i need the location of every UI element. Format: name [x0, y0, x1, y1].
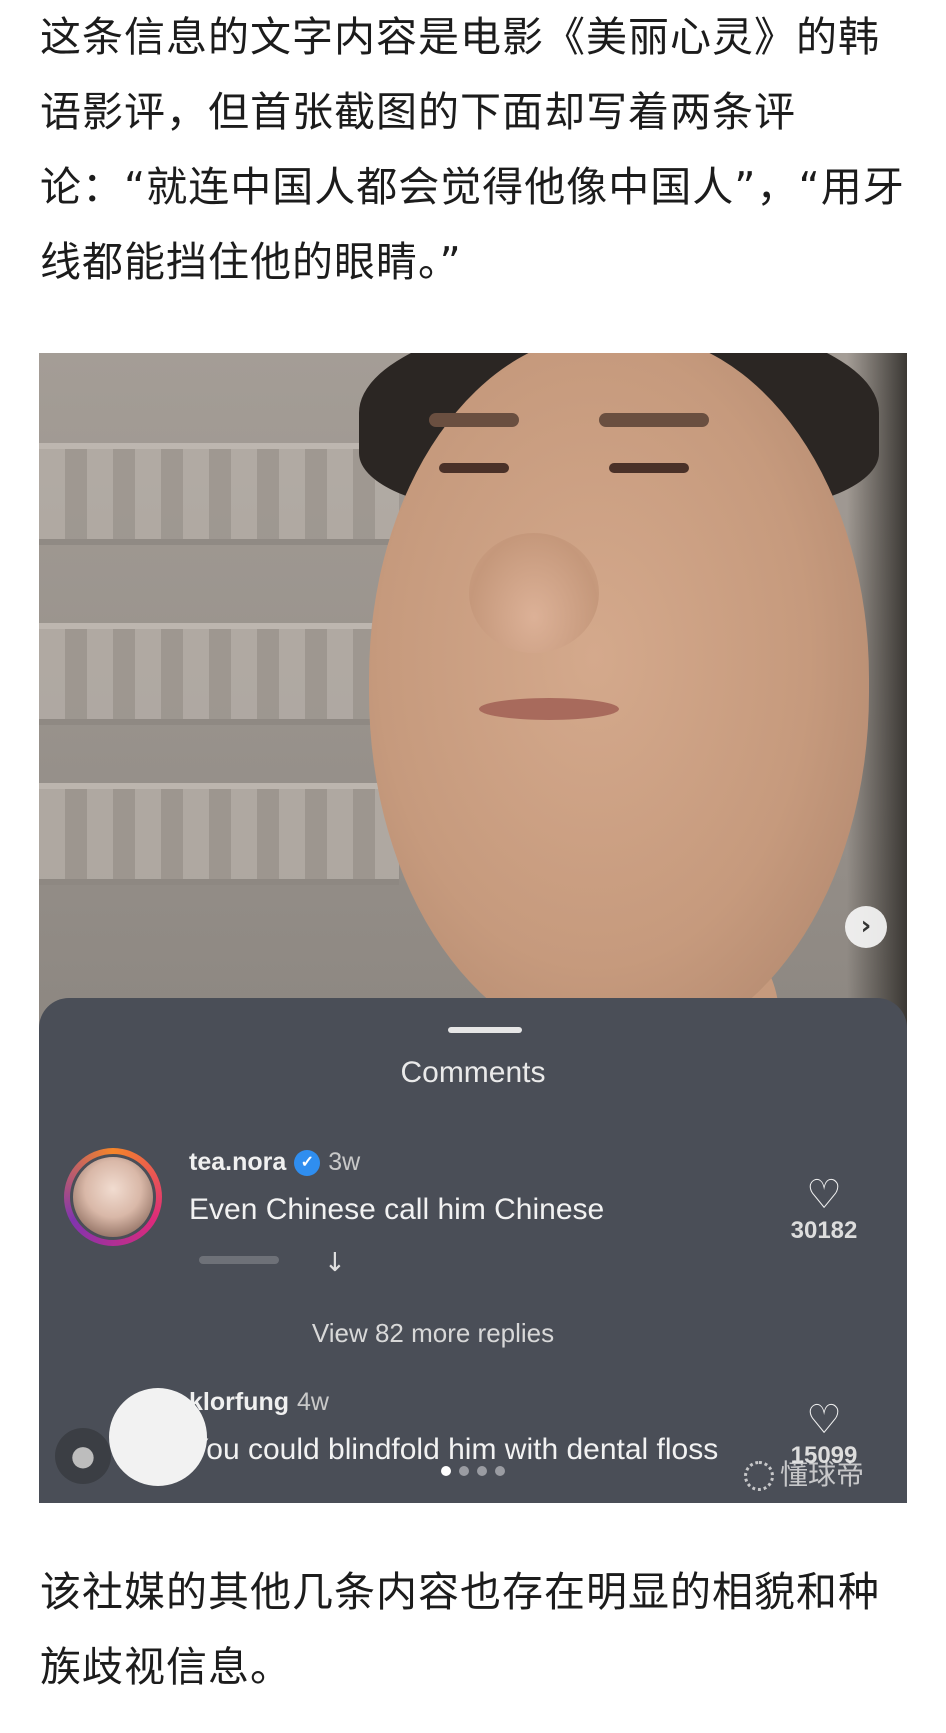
person-right-brow: [599, 413, 709, 427]
embedded-screenshot-image[interactable]: › Comments tea.nora ✓ 3w Even Chinese call…: [39, 353, 907, 1503]
carousel-dot[interactable]: [441, 1466, 451, 1476]
like-count: 30182: [790, 1217, 858, 1244]
verified-badge-icon: ✓: [294, 1150, 321, 1177]
article-paragraph-top: 这条信息的文字内容是电影《美丽心灵》的韩语影评，但首张截图的下面却写着两条评论：…: [40, 13, 905, 286]
watermark-text: 懂球帝: [780, 1458, 865, 1491]
comment-age: 3w: [328, 1148, 361, 1176]
arrow-down-icon[interactable]: ↓: [324, 1248, 346, 1278]
comment-username-row: klorfung 4w: [189, 1388, 329, 1417]
person-left-eye: [439, 463, 509, 473]
comment-age: 4w: [297, 1388, 329, 1416]
person-right-eye: [609, 463, 689, 473]
chevron-right-icon[interactable]: ›: [845, 906, 887, 948]
person-mouth: [479, 698, 619, 720]
comment-username-row: tea.nora ✓ 3w: [189, 1148, 360, 1177]
avatar-photo: [70, 1154, 156, 1240]
blurred-reply-preview: [199, 1256, 279, 1264]
watermark: 懂球帝: [744, 1453, 864, 1493]
comment-username[interactable]: klorfung: [189, 1388, 289, 1416]
person-face: [369, 353, 869, 1053]
stone-carving: [39, 623, 399, 725]
heart-icon: ♡: [806, 1397, 842, 1443]
person-nose: [469, 533, 599, 653]
article-paragraph-bottom: 该社媒的其他几条内容也存在明显的相貌和种族歧视信息。: [40, 1568, 880, 1691]
sheet-drag-handle[interactable]: [448, 1027, 522, 1033]
carousel-dot[interactable]: [459, 1466, 469, 1476]
avatar[interactable]: [64, 1148, 162, 1246]
heart-icon: ♡: [806, 1172, 842, 1218]
watermark-logo-icon: [744, 1461, 774, 1491]
person-left-brow: [429, 413, 519, 427]
carousel-dot[interactable]: [495, 1466, 505, 1476]
like-button[interactable]: ♡ 30182: [774, 1173, 874, 1245]
comments-title: Comments: [400, 1056, 546, 1089]
carousel-dot[interactable]: [477, 1466, 487, 1476]
comment-text: Even Chinese call him Chinese: [189, 1193, 605, 1226]
comment-username[interactable]: tea.nora: [189, 1148, 286, 1176]
comments-sheet: Comments tea.nora ✓ 3w Even Chinese call h…: [39, 998, 907, 1503]
stone-carving: [39, 783, 399, 885]
view-replies-link[interactable]: View 82 more replies: [39, 1318, 827, 1349]
stone-carving: [39, 443, 399, 545]
